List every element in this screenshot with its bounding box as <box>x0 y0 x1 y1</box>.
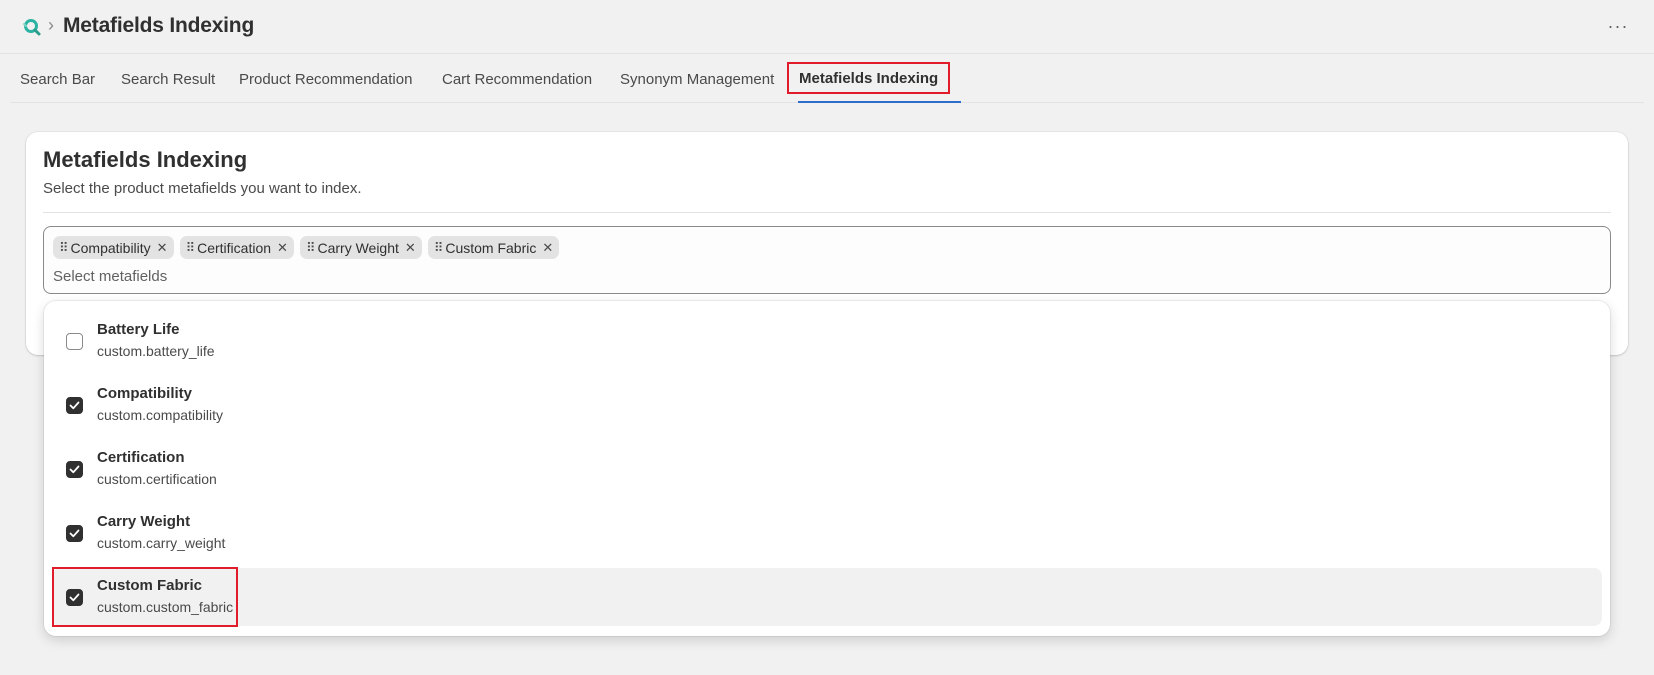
option-custom-fabric[interactable]: Custom Fabric custom.custom_fabric <box>52 568 1602 626</box>
metafields-search-input[interactable] <box>53 265 853 287</box>
option-label: Battery Life <box>97 321 180 338</box>
checkmark-icon <box>69 465 80 474</box>
option-key: custom.compatibility <box>97 407 224 423</box>
checkbox-checked[interactable] <box>66 397 83 414</box>
tag-label: Carry Weight <box>317 239 399 256</box>
drag-handle-icon[interactable]: ⠿ <box>434 240 443 256</box>
option-compatibility[interactable]: Compatibility custom.compatibility <box>52 376 1602 434</box>
tag-compatibility[interactable]: ⠿ Compatibility ✕ <box>53 236 174 259</box>
checkbox[interactable] <box>66 333 83 350</box>
tab-metafields-indexing[interactable]: Metafields Indexing <box>787 62 951 94</box>
selected-tags: ⠿ Compatibility ✕ ⠿ Certification ✕ ⠿ Ca… <box>53 236 560 260</box>
card-subtitle: Select the product metafields you want t… <box>43 180 362 197</box>
checkmark-icon <box>69 401 80 410</box>
tab-cart-recommendation[interactable]: Cart Recommendation <box>432 62 602 100</box>
drag-handle-icon[interactable]: ⠿ <box>306 240 315 256</box>
drag-handle-icon[interactable]: ⠿ <box>186 240 195 256</box>
remove-tag-icon[interactable]: ✕ <box>405 240 416 256</box>
remove-tag-icon[interactable]: ✕ <box>277 240 288 256</box>
highlight-annotation <box>52 567 238 627</box>
tag-label: Custom Fabric <box>445 239 537 256</box>
option-key: custom.carry_weight <box>97 535 226 551</box>
remove-tag-icon[interactable]: ✕ <box>542 240 553 256</box>
checkmark-icon <box>69 529 80 538</box>
more-actions-button[interactable]: ··· <box>1604 14 1632 38</box>
tag-label: Compatibility <box>70 239 151 256</box>
tab-search-result[interactable]: Search Result <box>111 62 225 100</box>
option-key: custom.battery_life <box>97 343 215 359</box>
checkbox-checked[interactable] <box>66 461 83 478</box>
tag-custom-fabric[interactable]: ⠿ Custom Fabric ✕ <box>427 236 560 259</box>
tag-certification[interactable]: ⠿ Certification ✕ <box>179 236 294 259</box>
tab-search-bar[interactable]: Search Bar <box>10 62 105 100</box>
tag-label: Certification <box>197 239 272 256</box>
metafields-combobox[interactable]: ⠿ Compatibility ✕ ⠿ Certification ✕ ⠿ Ca… <box>43 226 1611 294</box>
page-title: Metafields Indexing <box>63 14 255 37</box>
top-bar: › Metafields Indexing ··· <box>0 0 1654 54</box>
option-label: Certification <box>97 449 185 466</box>
option-label: Compatibility <box>97 385 193 402</box>
divider <box>43 212 1611 213</box>
metafields-dropdown: Battery Life custom.battery_life Compati… <box>44 301 1610 636</box>
tag-carry-weight[interactable]: ⠿ Carry Weight ✕ <box>299 236 422 259</box>
option-battery-life[interactable]: Battery Life custom.battery_life <box>52 312 1602 370</box>
tab-synonym-management[interactable]: Synonym Management <box>610 62 784 100</box>
option-certification[interactable]: Certification custom.certification <box>52 440 1602 498</box>
tab-product-recommendation[interactable]: Product Recommendation <box>229 62 422 100</box>
tab-bar: Search Bar Search Result Product Recomme… <box>10 62 1644 103</box>
option-label: Carry Weight <box>97 513 191 530</box>
card-title: Metafields Indexing <box>43 147 248 172</box>
active-tab-indicator <box>798 101 961 103</box>
drag-handle-icon[interactable]: ⠿ <box>59 240 68 256</box>
ellipsis-icon: ··· <box>1607 16 1629 36</box>
search-logo-icon[interactable] <box>22 17 42 37</box>
option-carry-weight[interactable]: Carry Weight custom.carry_weight <box>52 504 1602 562</box>
remove-tag-icon[interactable]: ✕ <box>157 240 168 256</box>
option-key: custom.certification <box>97 471 217 487</box>
breadcrumb-separator: › <box>48 15 54 35</box>
checkbox-checked[interactable] <box>66 525 83 542</box>
